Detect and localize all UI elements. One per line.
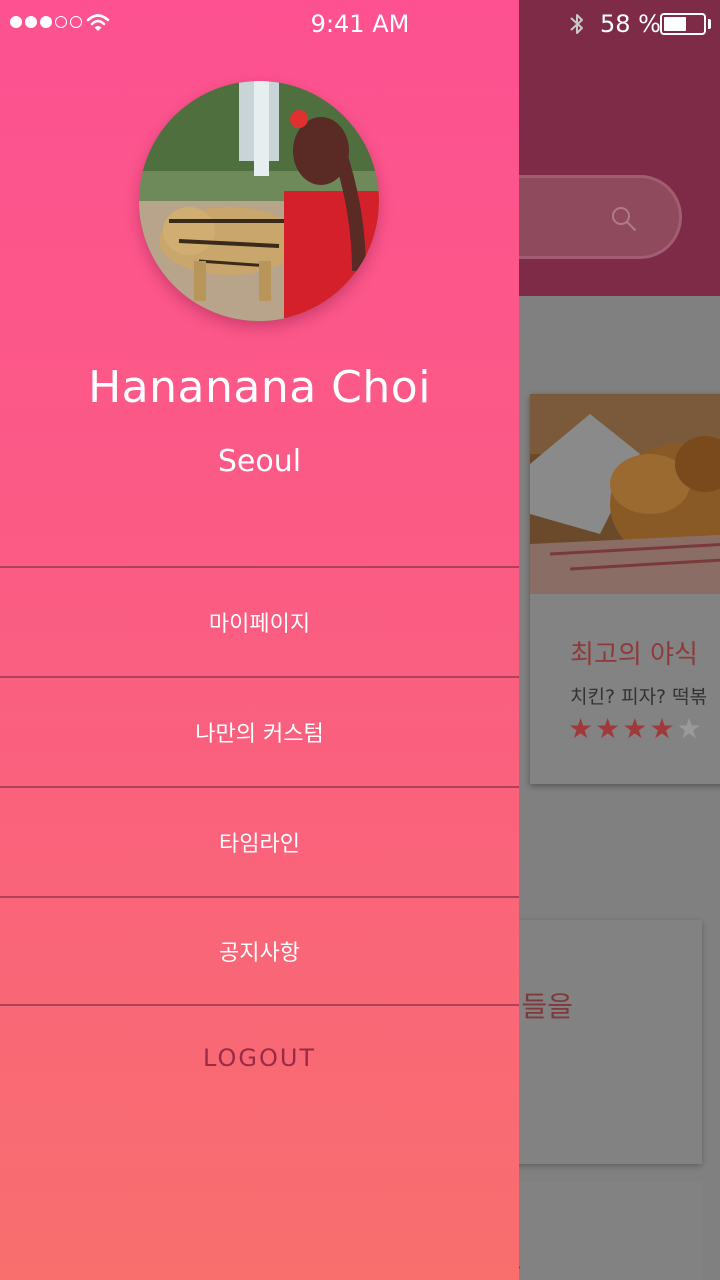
menu-item-timeline[interactable]: 타임라인	[0, 786, 519, 896]
user-city: Seoul	[217, 444, 302, 479]
profile-avatar[interactable]	[139, 81, 379, 321]
star-icon: ★	[649, 712, 677, 745]
star-icon: ★	[595, 712, 623, 745]
star-empty-icon: ★	[676, 712, 704, 745]
logout-button[interactable]: LOGOUT	[0, 1044, 519, 1072]
star-icon: ★	[622, 712, 650, 745]
menu-item-my-custom[interactable]: 나만의 커스텀	[0, 676, 519, 786]
navigation-drawer: Hananana Choi Seoul 마이페이지 나만의 커스텀 타임라인 공…	[0, 0, 519, 1280]
battery-level	[664, 17, 686, 31]
menu-item-mypage[interactable]: 마이페이지	[0, 566, 519, 676]
battery-icon	[660, 13, 706, 35]
status-bar: 9:41 AM 58 %	[0, 0, 720, 48]
card-description: 치킨? 피자? 떡볶	[570, 686, 708, 708]
menu-item-notices[interactable]: 공지사항	[0, 896, 519, 1006]
bluetooth-icon	[570, 14, 583, 34]
search-icon	[612, 207, 636, 231]
fried-chicken-image	[530, 394, 720, 594]
battery-cap	[708, 19, 711, 29]
battery-percentage: 58 %	[600, 10, 661, 38]
star-rating: ★★★★★	[568, 712, 704, 745]
food-card[interactable]: 최고의 야식 치킨? 피자? 떡볶 ★★★★★	[530, 394, 720, 784]
drawer-menu: 마이페이지 나만의 커스텀 타임라인 공지사항	[0, 566, 519, 1006]
star-icon: ★	[568, 712, 596, 745]
card-title: 최고의 야식	[570, 640, 698, 670]
user-name: Hananana Choi	[88, 362, 431, 413]
